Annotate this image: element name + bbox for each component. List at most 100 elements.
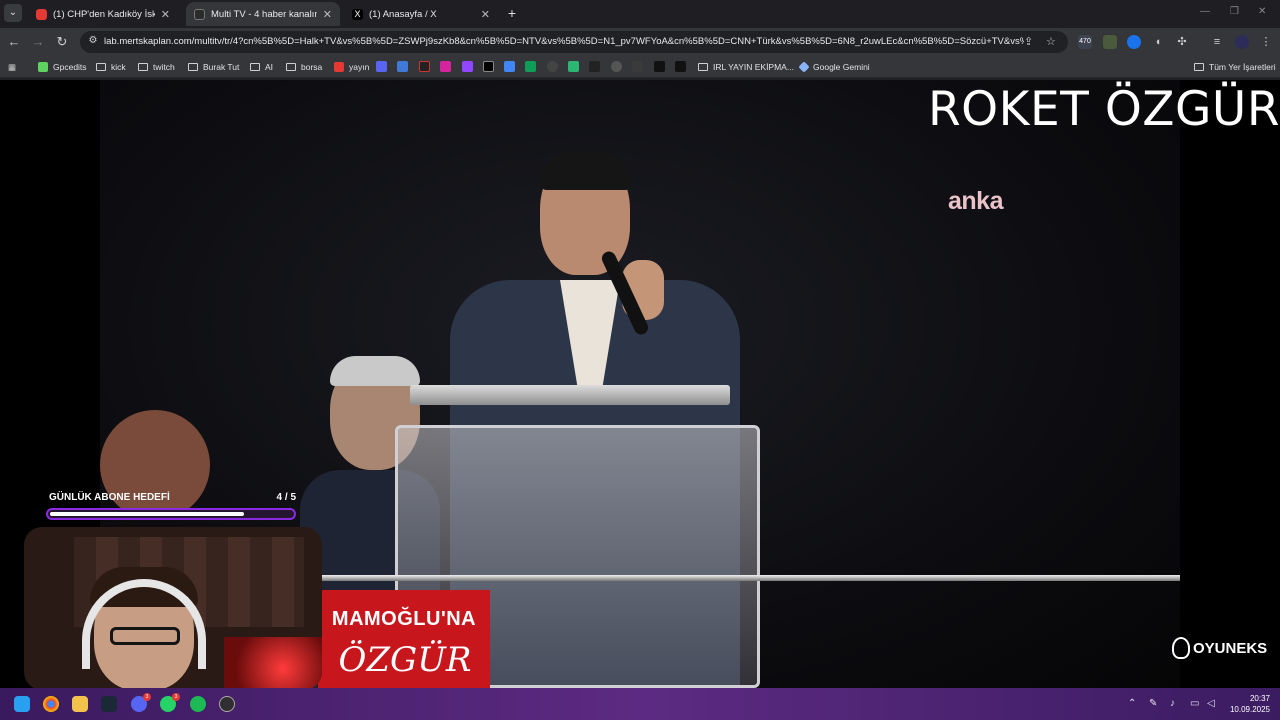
background-woman — [100, 410, 210, 520]
stream-title-overlay: ROKET ÖZGÜR — [928, 82, 1280, 137]
forward-arrow-icon[interactable]: → — [30, 34, 46, 50]
bookmarks-bar: ▦ Gpcedits kick twitch Burak Tut AI bors… — [0, 56, 1280, 78]
multitv-icon — [194, 8, 205, 20]
bookmark-site-icon[interactable] — [397, 61, 408, 72]
twitch-icon[interactable] — [462, 61, 473, 72]
profile-avatar-icon[interactable] — [1235, 35, 1249, 49]
tab-multi-tv[interactable]: Multi TV - 4 haber kanalını ✕ — [186, 2, 340, 26]
vpn-extension-icon[interactable] — [1127, 35, 1141, 49]
whatsapp-notification-badge: 3 — [172, 693, 180, 701]
bookmark-gpcedits[interactable]: Gpcedits — [38, 60, 87, 74]
bookmark-site-icon[interactable] — [419, 61, 430, 72]
goal-count: 4 / 5 — [277, 492, 296, 503]
close-tab-icon[interactable]: ✕ — [161, 8, 170, 21]
menu-kebab-icon[interactable]: ⋮ — [1259, 35, 1273, 49]
extension-icon[interactable] — [1103, 35, 1117, 49]
tab-strip: ⌄ (1) CHP'den Kadıköy İskele Meydanı ✕ M… — [0, 0, 1280, 28]
windows-start-icon[interactable] — [14, 696, 30, 712]
close-window-icon[interactable]: ✕ — [1258, 6, 1266, 17]
reading-list-icon[interactable]: ≡ — [1210, 35, 1224, 49]
folder-icon — [138, 63, 148, 71]
video-player[interactable]: MAMOĞLU'NA ÖZGÜR ROKET ÖZGÜR anka GÜNLÜK… — [0, 80, 1280, 688]
restore-icon[interactable]: ❐ — [1230, 6, 1239, 17]
tab-x-home[interactable]: X (1) Anasayfa / X ✕ — [344, 2, 498, 26]
goal-progress-bar — [46, 508, 296, 520]
address-bar[interactable]: ⚙ lab.mertskaplan.com/multitv/tr/4?cn%5B… — [80, 31, 1068, 53]
apps-grid-icon[interactable]: ▦ — [8, 60, 16, 74]
glasses-icon — [110, 627, 180, 645]
bookmark-label: yayın — [349, 62, 370, 72]
bookmark-label: IRL YAYIN EKİPMA... — [713, 62, 794, 72]
oyuneks-logo: OYUNEKS — [1172, 637, 1267, 659]
extensions-puzzle-icon[interactable]: ✣ — [1175, 35, 1189, 49]
discord-notification-badge: 3 — [143, 693, 151, 701]
steam-icon[interactable] — [101, 696, 117, 712]
tab-label: (1) Anasayfa / X — [369, 8, 437, 20]
bookmark-folder-twitch[interactable]: twitch — [138, 60, 175, 74]
goal-target: 5 — [290, 492, 296, 503]
bookmark-label: Burak Tut — [203, 62, 240, 72]
instagram-icon[interactable] — [440, 61, 451, 72]
file-explorer-icon[interactable] — [72, 696, 88, 712]
close-tab-icon[interactable]: ✕ — [323, 8, 332, 21]
back-arrow-icon[interactable]: ← — [6, 34, 22, 50]
system-clock[interactable]: 20:37 10.09.2025 — [1224, 693, 1270, 715]
close-tab-icon[interactable]: ✕ — [481, 8, 490, 21]
windows-taskbar: 3 3 ⌃ ✎ ♪ ▭ ◁ 20:37 10.09.2025 — [0, 688, 1280, 720]
webcam-red-light — [224, 637, 322, 688]
google-sheets-icon[interactable] — [525, 61, 536, 72]
browser-chrome: ⌄ (1) CHP'den Kadıköy İskele Meydanı ✕ M… — [0, 0, 1280, 80]
bookmark-folder-borsa[interactable]: borsa — [286, 60, 322, 74]
brand-name: OYUNEKS — [1193, 639, 1268, 657]
goal-separator: / — [284, 492, 288, 503]
microphone-tray-icon[interactable]: ♪ — [1170, 698, 1175, 709]
pen-icon[interactable]: ✎ — [1149, 698, 1157, 709]
bookmark-site-icon[interactable] — [376, 61, 387, 72]
minimize-icon[interactable]: — — [1200, 6, 1210, 17]
chrome-icon[interactable] — [43, 696, 59, 712]
media-control-icon[interactable]: ◖ — [1151, 35, 1165, 49]
bookmark-folder-ai[interactable]: AI — [250, 60, 273, 74]
obs-icon[interactable] — [219, 696, 235, 712]
bookmark-label: borsa — [301, 62, 323, 72]
bookmark-site-icon[interactable] — [589, 61, 600, 72]
new-tab-button[interactable]: + — [504, 5, 520, 21]
show-hidden-icons-chevron[interactable]: ⌃ — [1128, 698, 1136, 709]
extension-badge-icon[interactable]: 470 — [1078, 35, 1092, 49]
bookmark-site-icon[interactable] — [632, 61, 643, 72]
bookmark-site-icon[interactable] — [654, 61, 665, 72]
bookmark-site-icon[interactable] — [568, 61, 579, 72]
site-info-icon[interactable]: ⚙ — [86, 35, 100, 49]
bookmark-label: twitch — [153, 62, 175, 72]
bookmark-folder-irl[interactable]: IRL YAYIN EKİPMA... — [698, 60, 794, 74]
bookmark-site-icon[interactable] — [611, 61, 622, 72]
x-icon[interactable] — [483, 61, 494, 72]
bookmark-star-icon[interactable]: ☆ — [1046, 35, 1056, 48]
bookmark-site-icon[interactable] — [675, 61, 686, 72]
network-icon[interactable]: ▭ — [1190, 698, 1199, 709]
volume-icon[interactable]: ◁ — [1207, 698, 1215, 709]
tab-label: Multi TV - 4 haber kanalını — [211, 8, 317, 20]
folder-icon — [286, 63, 296, 71]
url-text[interactable]: lab.mertskaplan.com/multitv/tr/4?cn%5B%5… — [104, 36, 1024, 47]
chatgpt-icon[interactable] — [547, 61, 558, 72]
all-bookmarks-folder[interactable]: Tüm Yer İşaretleri — [1194, 60, 1276, 74]
bookmark-folder-kick[interactable]: kick — [96, 60, 126, 74]
google-docs-icon[interactable] — [504, 61, 515, 72]
folder-icon — [250, 63, 260, 71]
extension-badge-count: 470 — [1079, 38, 1091, 45]
bookmark-google-gemini[interactable]: Google Gemini — [798, 60, 870, 74]
background-man-hair — [330, 356, 420, 386]
bookmark-label: Google Gemini — [813, 62, 870, 72]
tab-chp-kadikoy[interactable]: (1) CHP'den Kadıköy İskele Meydanı ✕ — [28, 2, 178, 26]
bookmark-yayin[interactable]: yayın — [334, 60, 369, 74]
streamer-webcam — [24, 527, 322, 688]
reload-icon[interactable]: ↻ — [54, 34, 70, 50]
install-app-icon[interactable]: ⇪ — [1024, 35, 1033, 48]
folder-icon — [1194, 63, 1204, 71]
bookmark-folder-burak-tut[interactable]: Burak Tut — [188, 60, 239, 74]
goal-progress-fill — [50, 512, 244, 516]
spotify-icon[interactable] — [190, 696, 206, 712]
folder-icon — [188, 63, 198, 71]
tab-search-button[interactable]: ⌄ — [4, 4, 22, 22]
